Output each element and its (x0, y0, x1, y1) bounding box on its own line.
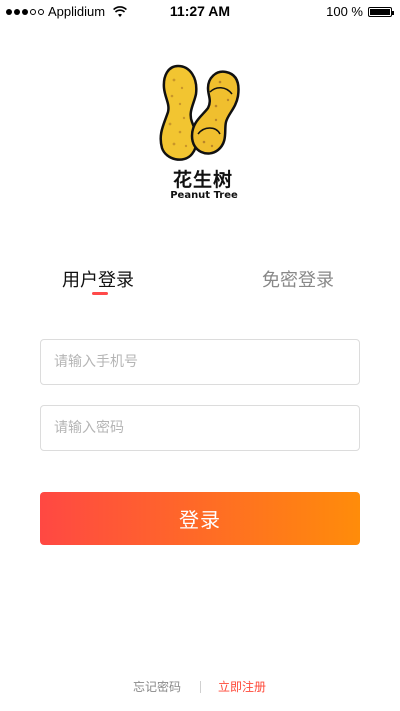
battery-icon (368, 6, 394, 17)
login-button[interactable]: 登录 (40, 492, 360, 545)
logo-title-cn: 花生树 (172, 169, 233, 191)
logo-title-en: Peanut Tree (170, 190, 238, 201)
register-link[interactable]: 立即注册 (218, 678, 266, 695)
phone-input[interactable] (40, 339, 360, 385)
active-tab-indicator (92, 292, 108, 295)
app-logo: 花生树 Peanut Tree (150, 60, 250, 210)
status-bar: Applidium 11:27 AM 100 % (0, 0, 400, 22)
footer-divider (200, 681, 201, 693)
password-input[interactable] (40, 405, 360, 451)
status-bar-right: 100 % (326, 4, 394, 19)
forgot-password-link[interactable]: 忘记密码 (133, 678, 181, 695)
footer-links: 忘记密码 立即注册 (0, 678, 400, 696)
peanut-logo-icon (159, 64, 240, 161)
tab-password-login[interactable]: 用户登录 (62, 266, 134, 292)
battery-percent: 100 % (326, 4, 363, 19)
tab-passwordless-login[interactable]: 免密登录 (262, 266, 334, 292)
